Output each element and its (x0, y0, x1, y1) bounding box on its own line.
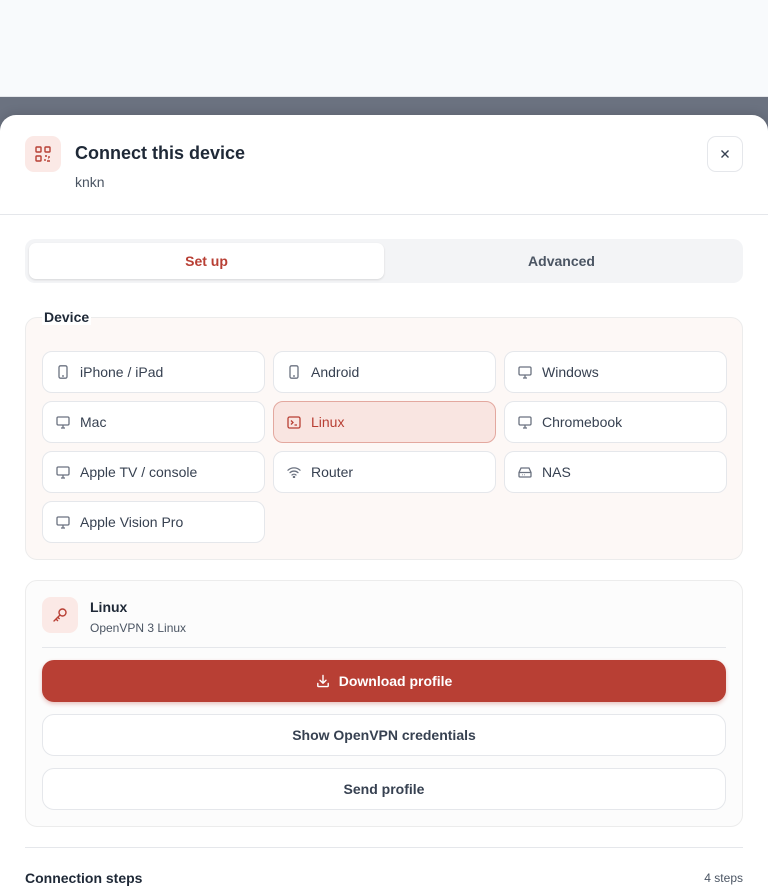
device-option-iphone-ipad[interactable]: iPhone / iPad (42, 351, 265, 393)
terminal-icon (287, 415, 301, 429)
tab-advanced[interactable]: Advanced (384, 243, 739, 279)
device-option-label: Apple TV / console (80, 464, 198, 480)
device-picker: Device iPhone / iPad Android Windows Mac… (25, 309, 743, 560)
device-option-label: Windows (542, 364, 599, 380)
connect-device-sheet: Connect this device knkn Set up Advanced… (0, 115, 768, 888)
download-icon (316, 674, 330, 688)
device-option-apple-tv-console[interactable]: Apple TV / console (42, 451, 265, 493)
device-name: knkn (75, 174, 105, 190)
device-option-label: Router (311, 464, 354, 480)
device-option-mac[interactable]: Mac (42, 401, 265, 443)
monitor-icon (56, 415, 70, 429)
tab-bar: Set up Advanced (25, 239, 743, 283)
device-option-chromebook[interactable]: Chromebook (504, 401, 727, 443)
monitor-icon (56, 465, 70, 479)
background-page (0, 0, 768, 97)
page-title: Connect this device (75, 143, 246, 163)
connection-steps-count: 4 steps (704, 871, 743, 885)
device-option-label: NAS (542, 464, 571, 480)
device-option-label: Apple Vision Pro (80, 514, 184, 530)
divider (42, 647, 726, 648)
send-profile-button[interactable]: Send profile (42, 768, 726, 810)
tab-set-up[interactable]: Set up (29, 243, 384, 279)
download-profile-label: Download profile (338, 673, 453, 689)
monitor-icon (56, 515, 70, 529)
monitor-icon (518, 415, 532, 429)
device-option-label: Linux (311, 414, 345, 430)
device-option-apple-vision-pro[interactable]: Apple Vision Pro (42, 501, 265, 543)
profile-card: Linux OpenVPN 3 Linux Download profile S… (25, 580, 743, 827)
key-icon (42, 597, 78, 633)
download-profile-button[interactable]: Download profile (42, 660, 726, 702)
phone-icon (287, 365, 301, 379)
device-option-android[interactable]: Android (273, 351, 496, 393)
device-option-label: Mac (80, 414, 107, 430)
sheet-header: Connect this device knkn (0, 115, 768, 215)
close-button[interactable] (707, 136, 743, 172)
divider (25, 847, 743, 848)
profile-subtitle: OpenVPN 3 Linux (90, 621, 187, 635)
connection-steps-title: Connection steps (25, 870, 143, 886)
device-legend: Device (42, 309, 92, 325)
hard-drive-icon (518, 465, 532, 479)
wifi-icon (287, 465, 301, 479)
qr-code-icon (25, 136, 61, 172)
profile-title: Linux (90, 599, 128, 615)
show-credentials-button[interactable]: Show OpenVPN credentials (42, 714, 726, 756)
device-option-windows[interactable]: Windows (504, 351, 727, 393)
device-option-label: iPhone / iPad (80, 364, 164, 380)
phone-icon (56, 365, 70, 379)
monitor-icon (518, 365, 532, 379)
device-option-linux[interactable]: Linux (273, 401, 496, 443)
device-option-label: Chromebook (542, 414, 623, 430)
close-icon (721, 150, 729, 158)
device-option-nas[interactable]: NAS (504, 451, 727, 493)
device-option-label: Android (311, 364, 360, 380)
device-option-router[interactable]: Router (273, 451, 496, 493)
